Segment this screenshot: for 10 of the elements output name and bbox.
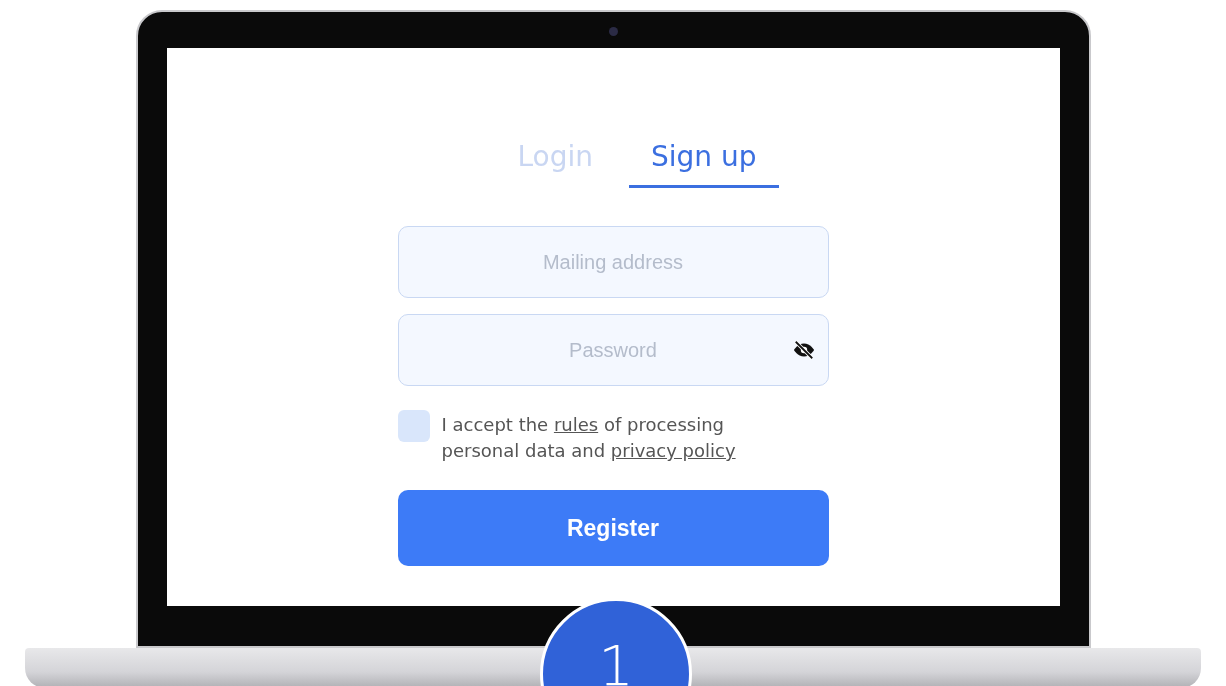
policy-link[interactable]: privacy policy	[610, 440, 736, 461]
tab[interactable]: Sign up	[629, 136, 779, 188]
camera-icon	[608, 27, 618, 36]
password-field[interactable]: Password	[397, 314, 829, 386]
consent-text: I accept the rules of processing personal data and privacy policy	[441, 413, 737, 463]
policy-link[interactable]: rules	[553, 414, 599, 435]
register-button[interactable]: Register	[397, 490, 829, 566]
email-field[interactable]: Mailing address	[397, 226, 829, 298]
checkbox[interactable]	[397, 410, 430, 442]
eye-slash-icon[interactable]	[792, 339, 815, 361]
